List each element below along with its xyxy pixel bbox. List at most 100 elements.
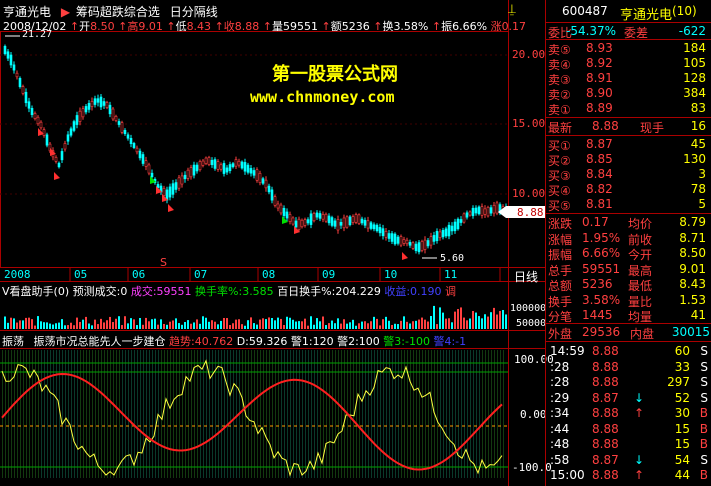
osc-bg-bar xyxy=(125,350,126,478)
candle-body xyxy=(462,213,466,223)
volume-bar xyxy=(7,322,9,329)
sell-row[interactable]: 卖② 8.90 384 xyxy=(546,86,711,102)
osc-background xyxy=(2,350,504,478)
candle-body xyxy=(348,216,352,226)
candle-body xyxy=(129,138,133,144)
osc-bg-bar xyxy=(374,350,375,478)
osc-bg-bar xyxy=(476,350,477,478)
warn3-value: 警3:-100 xyxy=(383,335,430,348)
stat-label: 涨跌 xyxy=(548,217,573,231)
candle-body xyxy=(231,163,235,168)
volume-bar xyxy=(340,323,342,329)
buy-row[interactable]: 买② 8.85 130 xyxy=(546,152,711,168)
watermark-title: 第一股票公式网 xyxy=(272,64,398,85)
volume-panel-title: V看盘助手(0) 预测成交:0 成交:59551 换手率%:3.585 百日换手… xyxy=(2,283,456,299)
candle-body xyxy=(33,113,37,119)
buy-volume: 5 xyxy=(698,197,706,211)
candle-body xyxy=(432,235,436,242)
candle-body xyxy=(108,104,112,115)
volume-bar xyxy=(166,324,168,329)
osc-bg-bar xyxy=(182,350,183,478)
candle-body xyxy=(24,91,28,104)
osc-bg-bar xyxy=(143,350,144,478)
volume-bar xyxy=(358,323,360,329)
osc-indicator-name[interactable]: 振荡市况总能先人一步建仓 xyxy=(34,335,166,348)
tick-row: :48 8.88 15 B xyxy=(546,437,711,452)
volume-bar xyxy=(304,318,306,329)
volume-bar xyxy=(130,318,132,329)
candle-body xyxy=(294,220,298,228)
osc-bg-bar xyxy=(80,350,81,478)
volume-bar xyxy=(331,320,333,329)
candle-body xyxy=(288,214,292,222)
sell-row[interactable]: 卖③ 8.91 128 xyxy=(546,71,711,87)
candle-body xyxy=(18,78,22,87)
tick-volume: 297 xyxy=(667,375,690,389)
volume-indicator-name[interactable]: V看盘助手(0) xyxy=(2,285,69,298)
osc-bg-bar xyxy=(164,350,165,478)
volume-bar xyxy=(97,324,99,329)
low-marker: 5.60 xyxy=(440,253,465,264)
volume-bar xyxy=(472,310,474,329)
candle-body xyxy=(147,164,151,174)
tick-row: :29 8.87 ↓ 52 S xyxy=(546,391,711,406)
osc-bg-bar xyxy=(362,350,363,478)
candle-body xyxy=(57,162,61,168)
osc-bg-bar xyxy=(317,350,318,478)
volume-bar xyxy=(319,321,321,329)
sell-row[interactable]: 卖④ 8.92 105 xyxy=(546,56,711,72)
stat-row: 总手 59551 最高 9.01 xyxy=(546,262,711,278)
osc-bg-bar xyxy=(32,350,33,478)
osc-bg-bar xyxy=(497,350,498,478)
buy-row[interactable]: 买⑤ 8.81 5 xyxy=(546,197,711,213)
volume-bar xyxy=(61,319,63,329)
candle-body xyxy=(168,186,172,198)
osc-bg-bar xyxy=(104,350,105,478)
osc-bg-bar xyxy=(8,350,9,478)
volume-bar xyxy=(256,324,258,329)
candle-body xyxy=(93,98,97,105)
volume-bar xyxy=(52,324,54,329)
osc-bg-bar xyxy=(167,350,168,478)
tick-price: 8.88 xyxy=(592,359,619,374)
d-value: D:59.326 xyxy=(236,335,288,348)
osc-bg-bar xyxy=(341,350,342,478)
candle-body xyxy=(405,239,409,245)
volume-bar xyxy=(265,319,267,329)
volume-bar xyxy=(466,320,468,329)
volume-bar xyxy=(433,305,435,329)
tick-volume: 44 xyxy=(674,468,690,482)
predict-volume: 预测成交:0 xyxy=(72,285,128,298)
candle-body xyxy=(489,207,493,214)
candle-body xyxy=(309,213,313,225)
osc-bg-bar xyxy=(380,350,381,478)
osc-bg-bar xyxy=(314,350,315,478)
volume-bar xyxy=(493,307,495,329)
candle-body xyxy=(345,216,349,228)
current-price-tag: 8.88 xyxy=(517,206,544,219)
alarm-icon[interactable]: ⍊ xyxy=(508,2,516,17)
buy-price: 8.82 xyxy=(586,182,613,196)
buy-row[interactable]: 买③ 8.84 3 xyxy=(546,167,711,183)
candle-body xyxy=(402,239,406,244)
weibi-value: -54.37% xyxy=(566,24,617,38)
osc-bg-bar xyxy=(53,350,54,478)
sell-row[interactable]: 卖⑤ 8.93 184 xyxy=(546,41,711,57)
sell-row[interactable]: 卖① 8.89 83 xyxy=(546,101,711,117)
buy-row[interactable]: 买① 8.87 45 xyxy=(546,137,711,153)
osc-bg-bar xyxy=(257,350,258,478)
candle-body xyxy=(183,174,187,180)
candle-body xyxy=(339,221,343,226)
osc-bg-bar xyxy=(152,350,153,478)
chart-area[interactable]: 亨通光电 ▶ 筹码超跌综合选 日分隔线 2008/12/02 ↑开8.50 ↑高… xyxy=(0,0,554,486)
volume-bar xyxy=(100,318,102,329)
osc-bg-bar xyxy=(248,350,249,478)
volume-bar xyxy=(154,318,156,329)
stat-label: 涨幅 xyxy=(548,232,573,247)
period-right-label[interactable]: 日线 xyxy=(514,268,538,285)
osc-bg-bar xyxy=(293,350,294,478)
volume-bar xyxy=(253,323,255,329)
candle-body xyxy=(54,157,58,162)
buy-row[interactable]: 买④ 8.82 78 xyxy=(546,182,711,198)
candle-body xyxy=(378,227,382,234)
